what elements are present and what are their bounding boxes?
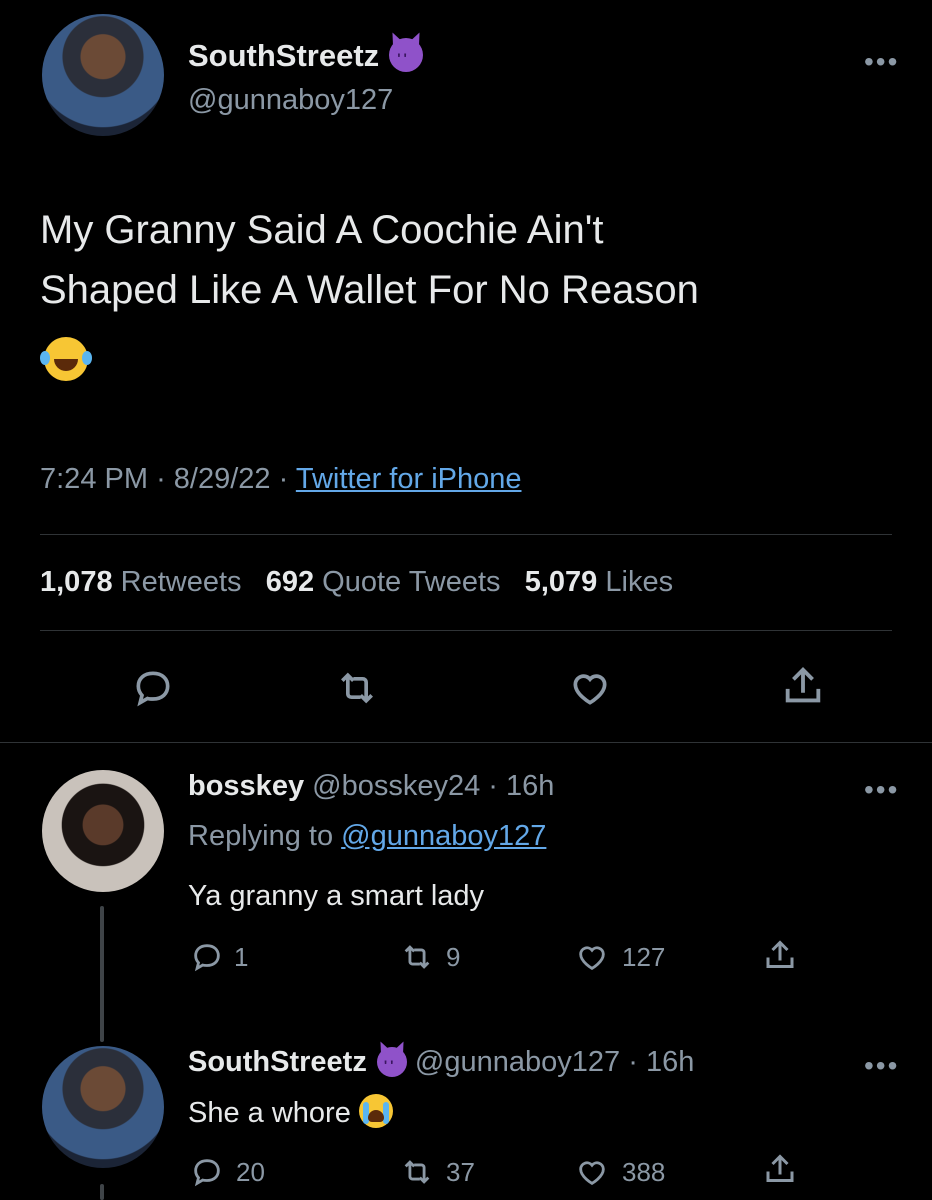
crying-emoji-icon (358, 1094, 393, 1128)
share-icon[interactable] (780, 664, 826, 710)
reply-handle[interactable]: @gunnaboy127 (415, 1046, 620, 1078)
tweet-text: My Granny Said A Coochie Ain't Shaped Li… (40, 200, 699, 320)
retweet-icon (398, 1155, 436, 1189)
reply-text: She a whore (188, 1097, 351, 1129)
reply-action-retweet[interactable]: 37 (398, 1155, 475, 1189)
author-avatar[interactable] (42, 14, 164, 136)
reply-action-reply[interactable]: 1 (190, 940, 248, 974)
share-icon[interactable] (762, 938, 798, 974)
reply-action-like[interactable]: 127 (574, 940, 665, 974)
reply-time[interactable]: 16h (506, 770, 554, 802)
author-display-name[interactable]: SouthStreetz (188, 38, 379, 73)
reply-icon (190, 1155, 224, 1189)
tweet-date[interactable]: 8/29/22 (174, 463, 271, 495)
section-divider (0, 742, 932, 743)
retweet-count: 9 (446, 941, 461, 972)
replying-to-handle[interactable]: @gunnaboy127 (341, 820, 546, 852)
reply-icon (190, 940, 224, 974)
reply-avatar[interactable] (42, 1046, 164, 1168)
reply-avatar[interactable] (42, 770, 164, 892)
like-count: 388 (622, 1156, 666, 1187)
quote-count: 692 (265, 566, 315, 598)
reply-display-name[interactable]: SouthStreetz (188, 1046, 367, 1078)
like-icon[interactable] (566, 666, 614, 710)
like-icon (574, 1155, 610, 1189)
reply-icon[interactable] (130, 666, 176, 710)
devil-emoji-icon: '' (389, 38, 424, 72)
reply-header: bosskey @bosskey24 · 16h (188, 770, 554, 803)
likes-count: 5,079 (524, 566, 598, 598)
retweet-icon (398, 940, 436, 974)
likes-stat[interactable]: 5,079 Likes (525, 566, 673, 598)
more-options-icon[interactable]: ••• (864, 48, 899, 76)
laughing-emoji-icon (40, 337, 92, 386)
meta-dot: · (488, 770, 498, 802)
reply-text: Ya granny a smart lady (188, 880, 485, 912)
retweets-stat[interactable]: 1,078 Retweets (40, 566, 242, 598)
tweet-source-link[interactable]: Twitter for iPhone (296, 463, 522, 495)
reply-more-options-icon[interactable]: ••• (864, 776, 899, 804)
author-name-row: SouthStreetz '' (188, 38, 424, 74)
reply-action-retweet[interactable]: 9 (398, 940, 460, 974)
tweet-time[interactable]: 7:24 PM (40, 463, 148, 495)
reply-count: 1 (234, 941, 249, 972)
like-count: 127 (622, 941, 666, 972)
devil-emoji-icon: '' (376, 1047, 407, 1077)
reply-action-reply[interactable]: 20 (190, 1155, 265, 1189)
retweets-count: 1,078 (40, 566, 113, 598)
replying-to-label: Replying to (188, 820, 334, 852)
retweet-count: 37 (446, 1156, 475, 1187)
quote-label: Quote Tweets (322, 566, 501, 598)
divider (40, 630, 892, 631)
retweets-label: Retweets (120, 566, 242, 598)
tweet-text-line-1: My Granny Said A Coochie Ain't (40, 208, 604, 252)
quote-tweets-stat[interactable]: 692 Quote Tweets (266, 566, 501, 598)
meta-dot: · (156, 463, 166, 495)
retweet-icon[interactable] (332, 666, 382, 710)
like-icon (574, 940, 610, 974)
tweet-stats: 1,078 Retweets 692 Quote Tweets 5,079 Li… (40, 566, 673, 599)
divider (40, 534, 892, 535)
meta-dot: · (628, 1046, 638, 1078)
author-handle[interactable]: @gunnaboy127 (188, 84, 393, 117)
tweet-meta: 7:24 PM · 8/29/22 · Twitter for iPhone (40, 463, 522, 496)
reply-display-name[interactable]: bosskey (188, 770, 304, 802)
reply-count: 20 (236, 1156, 265, 1187)
reply-time[interactable]: 16h (646, 1046, 694, 1078)
reply-header: SouthStreetz '' @gunnaboy127 · 16h (188, 1046, 694, 1079)
thread-line (100, 906, 104, 1042)
likes-label: Likes (605, 566, 674, 598)
replying-to-line: Replying to @gunnaboy127 (188, 820, 546, 853)
reply-handle[interactable]: @bosskey24 (312, 770, 480, 802)
tweet-text-line-2: Shaped Like A Wallet For No Reason (40, 268, 699, 312)
reply-text-row: She a whore (188, 1094, 393, 1130)
reply-action-like[interactable]: 388 (574, 1155, 665, 1189)
share-icon[interactable] (762, 1152, 798, 1188)
meta-dot: · (278, 463, 289, 495)
thread-line (100, 1184, 104, 1200)
reply-more-options-icon[interactable]: ••• (864, 1052, 899, 1080)
